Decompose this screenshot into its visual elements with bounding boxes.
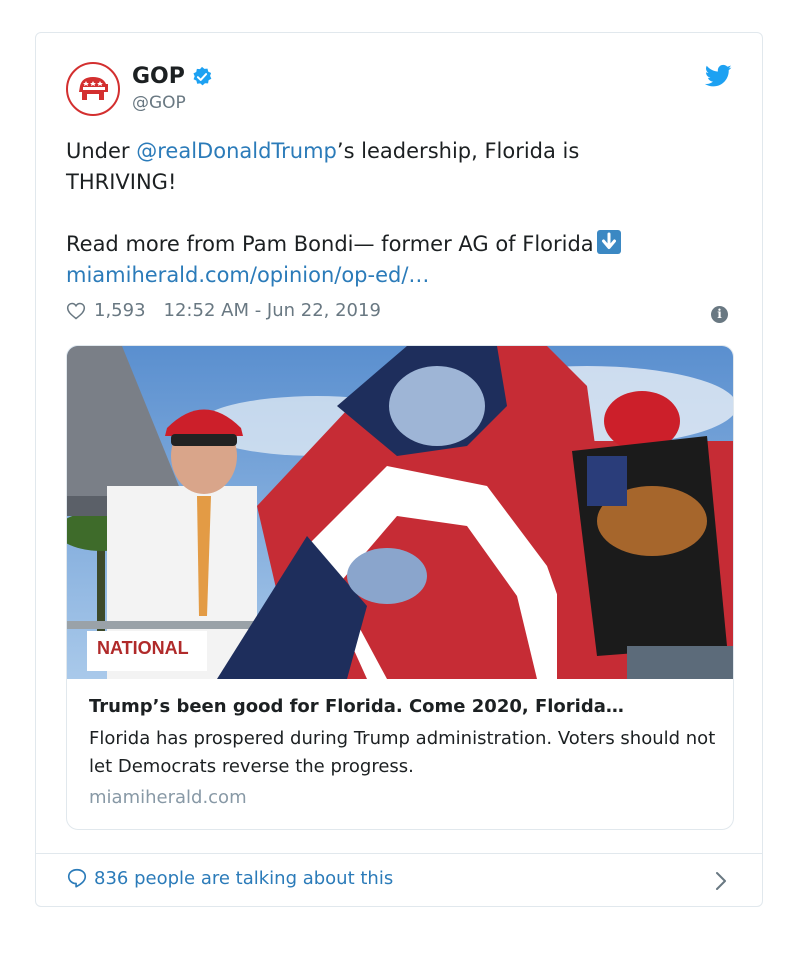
sign-text: NATIONAL	[97, 638, 189, 658]
speech-bubble-icon	[67, 868, 87, 888]
talking-about-link[interactable]: 836 people are talking about this	[66, 867, 393, 889]
tweet-text: Under @realDonaldTrump’s leadership, Flo…	[66, 136, 726, 291]
talking-count-text[interactable]: 836 people are talking about this	[94, 868, 393, 889]
article-link[interactable]: miamiherald.com/opinion/op-ed/…	[66, 263, 429, 287]
gop-logo-icon	[79, 77, 108, 100]
article-description: Florida has prospered during Trump admin…	[89, 728, 716, 777]
link-preview-card[interactable]: NATIONAL Trump’s been good for Florida. …	[66, 345, 734, 830]
display-name[interactable]: GOP	[132, 64, 185, 89]
avatar[interactable]	[66, 62, 120, 116]
verified-badge-icon	[193, 66, 212, 85]
mention-link[interactable]: @realDonaldTrump	[136, 139, 337, 163]
article-photo: NATIONAL	[67, 346, 733, 679]
twitter-bird-icon[interactable]	[705, 64, 732, 88]
footer-divider	[36, 853, 762, 854]
down-arrow-emoji-icon	[596, 230, 621, 254]
timestamp[interactable]: 12:52 AM - Jun 22, 2019	[164, 300, 381, 321]
tweet-text-lead: Under	[66, 139, 137, 163]
info-icon[interactable]: i	[711, 306, 728, 323]
heart-icon[interactable]	[66, 301, 86, 321]
handle[interactable]: @GOP	[132, 93, 186, 113]
author-name-row[interactable]: GOP	[132, 64, 213, 89]
like-count[interactable]: 1,593	[94, 300, 146, 321]
tweet-card: GOP @GOP Under @realDonaldTrump’s leader…	[35, 32, 763, 907]
chevron-right-icon[interactable]	[714, 870, 728, 892]
link-card-body: Trump’s been good for Florida. Come 2020…	[89, 696, 719, 808]
article-title[interactable]: Trump’s been good for Florida. Come 2020…	[89, 696, 709, 717]
tweet-meta: 1,593 12:52 AM - Jun 22, 2019	[66, 300, 381, 321]
article-domain: miamiherald.com	[89, 787, 247, 808]
